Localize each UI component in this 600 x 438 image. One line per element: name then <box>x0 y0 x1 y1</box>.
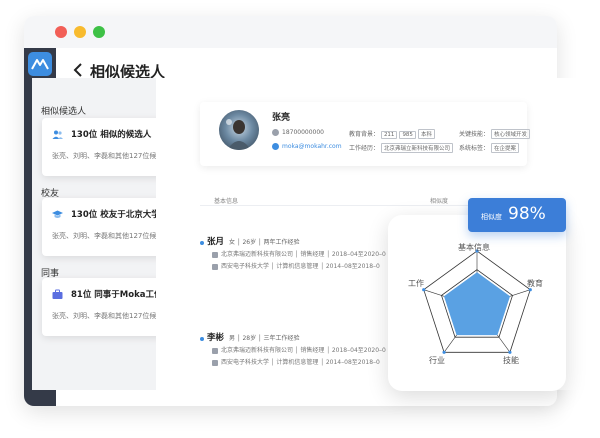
candidate-row-name[interactable]: 李彬 <box>207 333 224 343</box>
bullet-icon <box>200 336 204 341</box>
similarity-label: 相似度 <box>481 213 502 221</box>
moka-logo-icon[interactable] <box>28 52 52 76</box>
candidate-job-text: 北京弗瑞迈新科技有限公司 │ 销售经理 │ 2018–04至2020–0 <box>221 347 386 354</box>
radar-label-work: 工作 <box>408 279 424 288</box>
group-card-subtitle: 张亮、刘明、李磊和其他127位候选人 <box>52 152 171 160</box>
column-similarity: 相似度 <box>430 198 449 205</box>
building-icon <box>212 251 218 258</box>
candidate-school-text: 西安电子科技大学 │ 计算机信息管理 │ 2014–08至2018–0 <box>221 359 380 366</box>
candidate-name: 张亮 <box>272 113 291 123</box>
candidate-age: 26岁 <box>242 239 257 246</box>
radar-vertex-point <box>508 350 512 354</box>
graduation-cap-icon <box>212 263 218 270</box>
candidate-age: 28岁 <box>242 335 257 342</box>
work-row: 工作经历： 北京弗瑞立新科技有限公司 <box>349 143 455 153</box>
education-tag: 本科 <box>417 129 435 139</box>
graduation-cap-icon <box>52 210 63 218</box>
candidate-summary: 李彬男 │ 28岁 │ 三年工作经验 <box>200 331 300 343</box>
education-tag: 985 <box>399 131 416 139</box>
group-card-title: 130位 相似的候选人 <box>71 130 152 140</box>
similarity-radar-card: 基本信息 教育 技能 行业 工作 <box>388 215 566 391</box>
candidate-experience: 三年工作经验 <box>263 335 300 342</box>
candidate-school: 西安电子科技大学 │ 计算机信息管理 │ 2014–08至2018–0 <box>212 261 380 270</box>
briefcase-icon <box>52 289 63 299</box>
system-tag: 在企提案 <box>490 143 519 153</box>
email-line[interactable]: moka@mokahr.com <box>272 143 342 150</box>
candidate-profile-card[interactable]: 张亮 18700000000 moka@mokahr.com 教育背景： 211… <box>200 102 530 166</box>
avatar <box>219 110 259 150</box>
similar-groups-panel: 相似候选人 130位 相似的候选人 张亮、刘明、李磊和其他127位候选人 校友 … <box>32 78 177 390</box>
phone-line: 18700000000 <box>272 129 324 136</box>
radar-label-industry: 行业 <box>429 356 445 365</box>
skills-row: 关键技能： 核心领域开发 <box>459 129 532 139</box>
radar-vertex-point <box>442 350 446 354</box>
email-value[interactable]: moka@mokahr.com <box>282 143 342 150</box>
section-title-similar: 相似候选人 <box>41 107 87 117</box>
candidate-gender: 女 <box>229 239 236 246</box>
phone-value: 18700000000 <box>282 129 324 136</box>
building-icon <box>212 347 218 354</box>
candidate-job: 北京弗瑞迈新科技有限公司 │ 销售经理 │ 2018–04至2020–0 <box>212 345 386 354</box>
mail-icon <box>272 143 279 150</box>
education-tag: 211 <box>380 131 398 139</box>
graduation-cap-icon <box>212 359 218 366</box>
radar-value-area <box>443 272 511 336</box>
bullet-icon <box>200 240 204 245</box>
minimize-window-button[interactable] <box>74 26 86 38</box>
education-label: 教育背景： <box>349 131 380 138</box>
work-tag: 北京弗瑞立新科技有限公司 <box>380 143 453 153</box>
similarity-badge: 相似度 98% <box>468 198 566 232</box>
candidate-row-name[interactable]: 张月 <box>207 237 224 247</box>
candidate-school: 西安电子科技大学 │ 计算机信息管理 │ 2014–08至2018–0 <box>212 357 380 366</box>
column-basic-info: 基本信息 <box>214 198 239 205</box>
chevron-left-icon[interactable] <box>68 60 88 80</box>
people-icon <box>52 130 63 139</box>
system-tags-row: 系统标签： 在企提案 <box>459 143 521 153</box>
maximize-window-button[interactable] <box>93 26 105 38</box>
phone-icon <box>272 129 279 136</box>
education-row: 教育背景： 211 985 本科 <box>349 129 437 139</box>
candidate-gender: 男 <box>229 335 236 342</box>
group-card-title: 81位 同事于Moka工作 <box>71 290 163 300</box>
radar-label-skills: 技能 <box>503 356 519 365</box>
candidate-job-text: 北京弗瑞迈新科技有限公司 │ 销售经理 │ 2018–04至2020–0 <box>221 251 386 258</box>
radar-label-education: 教育 <box>527 279 543 288</box>
candidate-summary: 张月女 │ 26岁 │ 两年工作经验 <box>200 235 300 247</box>
title-bar <box>24 16 557 48</box>
skills-tag: 核心领域开发 <box>490 129 530 139</box>
candidate-job: 北京弗瑞迈新科技有限公司 │ 销售经理 │ 2018–04至2020–0 <box>212 249 386 258</box>
skills-label: 关键技能： <box>459 131 490 138</box>
work-label: 工作经历： <box>349 145 380 152</box>
system-tags-label: 系统标签： <box>459 145 490 152</box>
candidate-experience: 两年工作经验 <box>263 239 300 246</box>
group-card-subtitle: 张亮、刘明、李磊和其他127位候选人 <box>52 232 171 240</box>
group-card-subtitle: 张亮、刘明、李磊和其他127位候选人 <box>52 312 171 320</box>
similarity-value: 98% <box>508 204 546 224</box>
candidate-school-text: 西安电子科技大学 │ 计算机信息管理 │ 2014–08至2018–0 <box>221 263 380 270</box>
close-window-button[interactable] <box>55 26 67 38</box>
radar-label-basic-info: 基本信息 <box>458 243 490 252</box>
